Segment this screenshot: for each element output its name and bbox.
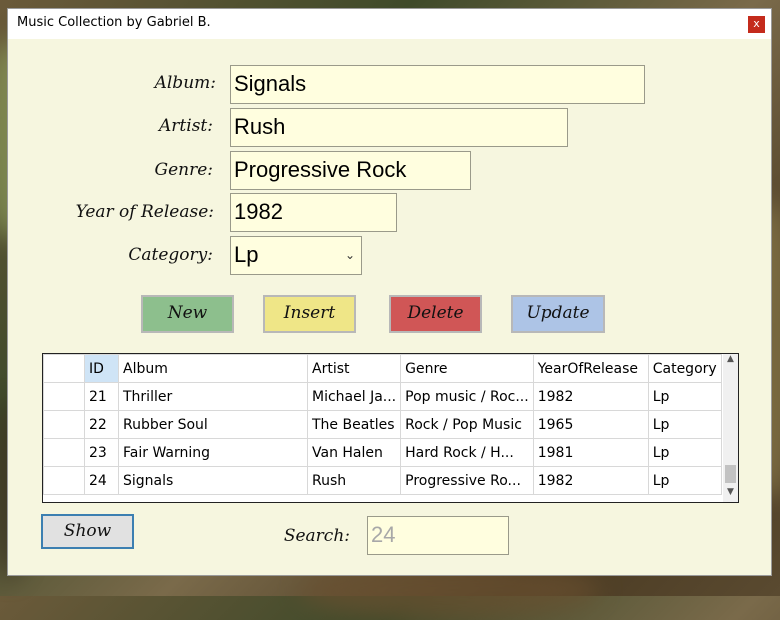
album-label: Album: xyxy=(154,73,216,93)
artist-label: Artist: xyxy=(159,116,213,136)
new-button[interactable]: New xyxy=(141,295,234,333)
cell-album[interactable]: Fair Warning xyxy=(118,438,308,467)
title-bar: Music Collection by Gabriel B. x xyxy=(8,9,771,39)
cell-id[interactable]: 23 xyxy=(84,438,119,467)
column-header-category[interactable]: Category xyxy=(647,354,722,383)
category-selected-value: Lp xyxy=(234,242,259,267)
cell-artist[interactable]: Rush xyxy=(306,466,402,495)
table-header-row: ID Album Artist Genre YearOfRelease Cate… xyxy=(43,354,722,383)
cell-year[interactable]: 1982 xyxy=(532,382,649,411)
column-header-genre[interactable]: Genre xyxy=(400,354,534,383)
table-row[interactable]: 24 Signals Rush Progressive Ro... 1982 L… xyxy=(43,466,722,495)
category-label: Category: xyxy=(128,245,213,265)
cell-genre[interactable]: Progressive Ro... xyxy=(400,466,534,495)
cell-id[interactable]: 24 xyxy=(84,466,119,495)
row-header[interactable] xyxy=(43,410,85,439)
delete-button[interactable]: Delete xyxy=(389,295,482,333)
cell-year[interactable]: 1981 xyxy=(532,438,649,467)
insert-button[interactable]: Insert xyxy=(263,295,356,333)
row-header[interactable] xyxy=(43,382,85,411)
category-select[interactable]: Lp ⌄ xyxy=(230,236,362,275)
row-header-corner xyxy=(43,354,85,383)
column-header-id[interactable]: ID xyxy=(84,354,119,383)
cell-year[interactable]: 1982 xyxy=(532,466,649,495)
grid-vertical-scrollbar[interactable]: ▲ ▼ xyxy=(723,354,738,502)
cell-id[interactable]: 21 xyxy=(84,382,119,411)
cell-genre[interactable]: Hard Rock / H... xyxy=(400,438,534,467)
data-table: ID Album Artist Genre YearOfRelease Cate… xyxy=(43,354,722,495)
cell-category[interactable]: Lp xyxy=(647,410,722,439)
column-header-year[interactable]: YearOfRelease xyxy=(532,354,649,383)
year-label: Year of Release: xyxy=(75,202,214,222)
cell-category[interactable]: Lp xyxy=(647,438,722,467)
cell-category[interactable]: Lp xyxy=(647,382,722,411)
cell-artist[interactable]: The Beatles xyxy=(306,410,402,439)
cell-category[interactable]: Lp xyxy=(647,466,722,495)
genre-input[interactable]: Progressive Rock xyxy=(230,151,471,190)
year-input[interactable]: 1982 xyxy=(230,193,397,232)
cell-artist[interactable]: Van Halen xyxy=(306,438,402,467)
scroll-down-icon[interactable]: ▼ xyxy=(723,487,738,502)
row-header[interactable] xyxy=(43,438,85,467)
cell-album[interactable]: Thriller xyxy=(118,382,308,411)
cell-id[interactable]: 22 xyxy=(84,410,119,439)
update-button[interactable]: Update xyxy=(511,295,605,333)
artist-input[interactable]: Rush xyxy=(230,108,568,147)
cell-genre[interactable]: Rock / Pop Music xyxy=(400,410,534,439)
chevron-down-icon: ⌄ xyxy=(344,248,355,262)
scrollbar-thumb[interactable] xyxy=(725,465,736,483)
cell-album[interactable]: Rubber Soul xyxy=(118,410,308,439)
row-header[interactable] xyxy=(43,466,85,495)
close-button[interactable]: x xyxy=(748,16,765,33)
table-row[interactable]: 21 Thriller Michael Ja... Pop music / Ro… xyxy=(43,382,722,411)
search-label: Search: xyxy=(283,526,350,546)
album-input[interactable]: Signals xyxy=(230,65,645,104)
show-button[interactable]: Show xyxy=(41,514,134,549)
column-header-album[interactable]: Album xyxy=(118,354,308,383)
search-input[interactable]: 24 xyxy=(367,516,509,555)
cell-album[interactable]: Signals xyxy=(118,466,308,495)
genre-label: Genre: xyxy=(154,160,213,180)
app-window: Music Collection by Gabriel B. x Album: … xyxy=(7,8,772,576)
data-grid[interactable]: ID Album Artist Genre YearOfRelease Cate… xyxy=(42,353,739,503)
cell-artist[interactable]: Michael Ja... xyxy=(306,382,402,411)
cell-year[interactable]: 1965 xyxy=(532,410,649,439)
cell-genre[interactable]: Pop music / Roc... xyxy=(400,382,534,411)
scroll-up-icon[interactable]: ▲ xyxy=(723,354,738,369)
column-header-artist[interactable]: Artist xyxy=(306,354,402,383)
table-row[interactable]: 22 Rubber Soul The Beatles Rock / Pop Mu… xyxy=(43,410,722,439)
window-title: Music Collection by Gabriel B. xyxy=(17,15,211,30)
table-row[interactable]: 23 Fair Warning Van Halen Hard Rock / H.… xyxy=(43,438,722,467)
